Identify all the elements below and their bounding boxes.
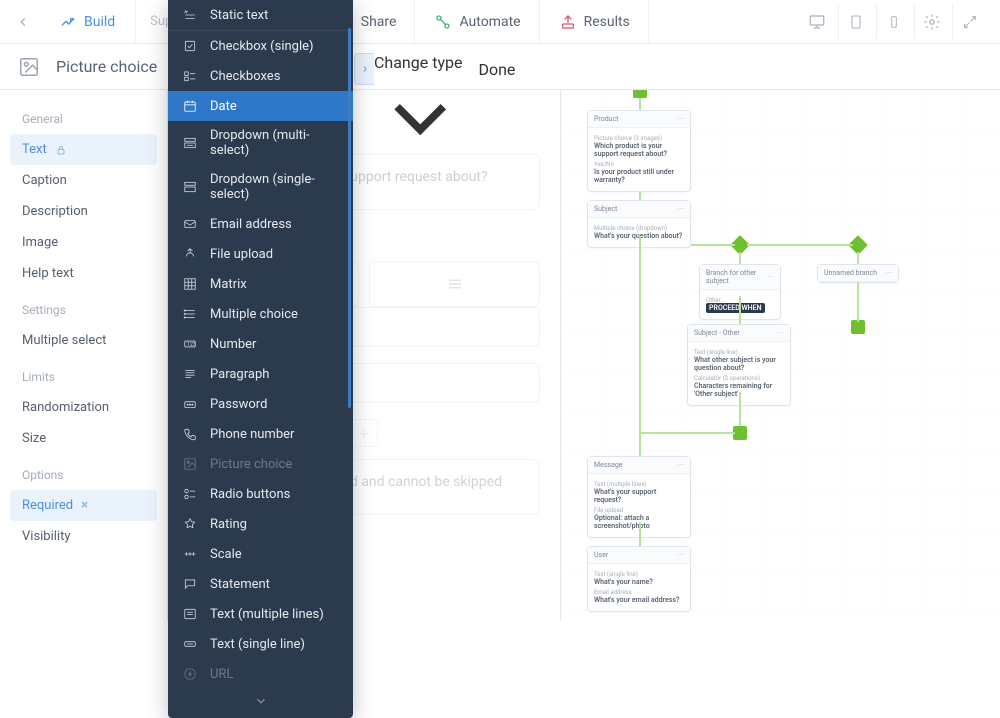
field-type-icon [182,366,198,382]
dropdown-item-dropdown-single-select[interactable]: Dropdown (single-select) [168,165,353,209]
dropdown-item-phone-number[interactable]: Phone number [168,419,353,449]
lock-icon [55,144,67,156]
tab-build[interactable]: Build [42,0,133,44]
flow-join-1 [733,426,747,440]
sidebar-group-general: General [0,98,167,134]
dropdown-item-password[interactable]: Password [168,389,353,419]
prev-type-arrow[interactable] [354,53,374,85]
change-type-dropdown[interactable]: AStatic textCheckbox (single)CheckboxesD… [168,0,353,718]
sidebar-item-image[interactable]: Image [0,227,167,258]
field-type-icon [182,486,198,502]
back-button[interactable] [6,0,40,44]
flow-terminator-1 [851,320,865,334]
dropdown-scrollbar[interactable] [348,28,351,408]
field-type-icon [182,606,198,622]
add-choice-button[interactable]: + [350,419,378,447]
field-type-icon [182,576,198,592]
done-button[interactable]: Done [478,53,515,85]
field-type-icon [182,98,198,114]
field-type-icon [182,246,198,262]
field-type-icon [182,38,198,54]
field-type-icon [182,68,198,84]
field-type-icon: A [182,7,198,23]
sidebar-item-description[interactable]: Description [0,196,167,227]
dropdown-item-radio-buttons[interactable]: Radio buttons [168,479,353,509]
device-tablet-icon[interactable] [838,5,872,39]
tab-results[interactable]: Results [542,0,649,44]
dropdown-item-dropdown-multi-select[interactable]: Dropdown (multi-select) [168,121,353,165]
dropdown-item-paragraph[interactable]: Paragraph [168,359,353,389]
dropdown-item-checkbox-single[interactable]: Checkbox (single) [168,31,353,61]
sidebar-group-settings: Settings [0,289,167,325]
sidebar-item-multiple-select[interactable]: Multiple select [0,325,167,356]
field-type-icon [182,306,198,322]
dropdown-item-email-address[interactable]: Email address [168,209,353,239]
field-type-icon [182,546,198,562]
sidebar-group-limits: Limits [0,356,167,392]
flow-node-unnamed[interactable]: Unnamed branch⋯ [817,264,899,283]
dropdown-item-picture-choice: Picture choice [168,449,353,479]
device-desktop-icon[interactable] [800,5,834,39]
tab-automate[interactable]: Automate [417,0,539,44]
field-type-icon [182,666,198,682]
field-type-icon [182,396,198,412]
svg-text:A: A [184,9,187,15]
tab-results-label: Results [584,14,630,30]
field-type-icon [182,516,198,532]
dropdown-item-statement[interactable]: Statement [168,569,353,599]
device-mobile-icon[interactable] [876,5,910,39]
dropdown-item-matrix[interactable]: Matrix [168,269,353,299]
choice-slot-2[interactable] [369,261,540,307]
sidebar-item-visibility[interactable]: Visibility [0,521,167,552]
dropdown-item-checkboxes[interactable]: Checkboxes [168,61,353,91]
field-type-icon [182,135,198,151]
field-type-icon [182,426,198,442]
field-type-icon [182,216,198,232]
dropdown-item-text-multiple-lines[interactable]: Text (multiple lines) [168,599,353,629]
flow-node-user[interactable]: User⋯ Text (single line)What's your name… [587,546,691,612]
dropdown-item-multiple-choice[interactable]: Multiple choice [168,299,353,329]
field-type-icon [182,179,198,195]
sidebar: General Text Caption Description Image H… [0,90,168,621]
dropdown-more-chevron[interactable] [168,689,353,718]
dropdown-item-text-single-line[interactable]: Text (single line) [168,629,353,659]
field-type-icon [182,276,198,292]
dropdown-item-rating[interactable]: Rating [168,509,353,539]
sidebar-item-required[interactable]: Required × [10,490,157,521]
sidebar-item-randomization[interactable]: Randomization [0,392,167,423]
field-type-icon [182,636,198,652]
sidebar-item-size[interactable]: Size [0,423,167,454]
sidebar-item-text[interactable]: Text [10,134,157,165]
settings-icon[interactable] [914,5,948,39]
sidebar-item-caption[interactable]: Caption [0,165,167,196]
dropdown-item-url[interactable]: URL [168,659,353,689]
tab-build-label: Build [84,14,115,30]
tab-share-label: Share [361,14,397,30]
close-icon[interactable]: × [81,498,88,513]
picture-choice-icon [18,56,40,78]
field-type-icon: 123 [182,336,198,352]
flow-node-product[interactable]: Product⋯ Picture choice (3 images)Which … [587,110,691,192]
dropdown-item-date[interactable]: Date [168,91,353,121]
sidebar-group-options: Options [0,454,167,490]
dropdown-item-file-upload[interactable]: File upload [168,239,353,269]
dropdown-item-scale[interactable]: Scale [168,539,353,569]
dropdown-item-static-text[interactable]: AStatic text [168,0,353,31]
flow-canvas[interactable]: Product⋯ Picture choice (3 images)Which … [560,90,1000,621]
page-title: Picture choice [56,57,157,76]
change-type-button[interactable]: Change type [374,53,466,85]
dropdown-item-number[interactable]: 123Number [168,329,353,359]
sidebar-item-helptext[interactable]: Help text [0,258,167,289]
expand-icon[interactable] [952,5,986,39]
svg-text:123: 123 [187,342,196,348]
field-type-icon [182,456,198,472]
tab-automate-label: Automate [459,14,520,30]
start-node [633,90,647,98]
